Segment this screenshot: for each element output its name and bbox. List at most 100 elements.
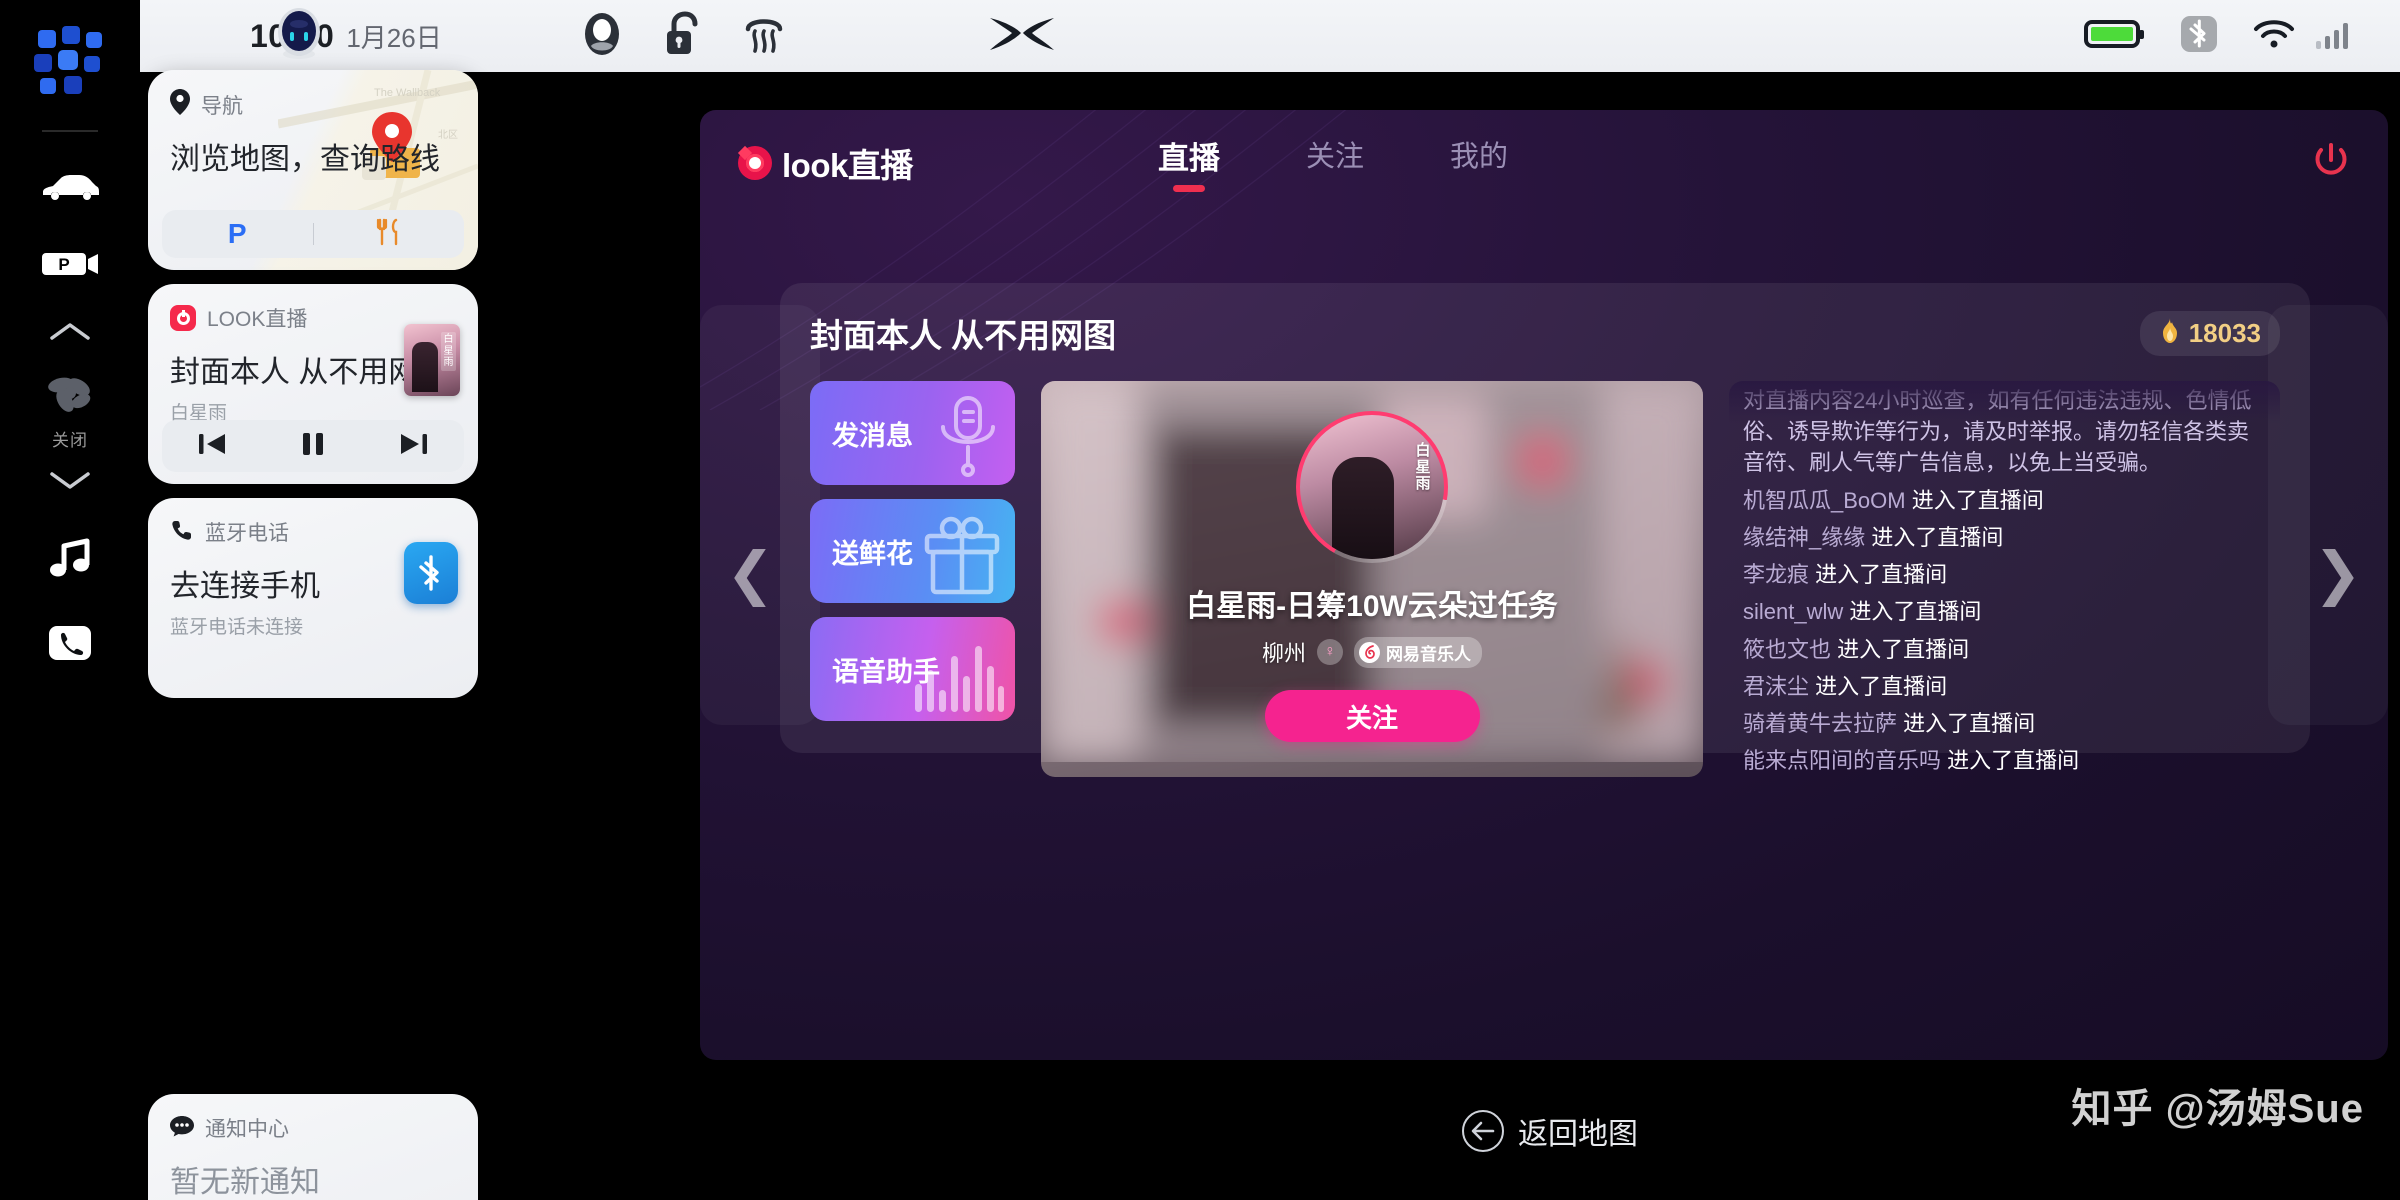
bluetooth-icon[interactable] <box>2180 15 2218 58</box>
app-logo-text: look直播 <box>782 146 913 184</box>
nav-quick-parking-button[interactable]: P <box>162 220 313 248</box>
previous-track-icon <box>196 431 228 462</box>
robot-avatar-icon[interactable] <box>268 6 330 68</box>
fan-speed-down-button[interactable] <box>0 469 140 496</box>
sidebar-item-music[interactable] <box>0 536 140 585</box>
follow-button-label: 关注 <box>1345 702 1398 733</box>
sidebar-item-car[interactable] <box>0 172 140 207</box>
chat-system-message: 对直播内容24小时巡查，如有任何违法违规、色情低俗、诱导欺诈等行为，请及时举报。… <box>1743 388 2252 476</box>
sidebar-item-fan[interactable]: 关闭 <box>0 371 140 451</box>
phone-handset-icon <box>170 518 194 547</box>
live-room-card: 封面本人 从不用网图 18033 发消息 送鲜花 语音助手 白星雨 白星雨-日筹… <box>780 283 2310 777</box>
rear-defrost-icon[interactable] <box>742 11 786 62</box>
chat-panel[interactable]: 对直播内容24小时巡查，如有任何违法违规、色情低俗、诱导欺诈等行为，请及时举报。… <box>1729 381 2280 777</box>
voice-assistant-label: 语音助手 <box>832 656 940 687</box>
notif-card-header: 通知中心 <box>148 1094 478 1143</box>
chat-action: 进入了直播间 <box>1849 599 1982 625</box>
room-body: 发消息 送鲜花 语音助手 白星雨 白星雨-日筹10W云朵过任务 柳州 ♀ 网易音… <box>810 381 2280 777</box>
streamer-name: 白星雨-日筹10W云朵过任务 <box>1186 590 1558 623</box>
rail-divider <box>42 130 98 132</box>
look-live-app: look直播 直播 关注 我的 ❮ ❯ 封面本人 从不用网图 18033 发消息… <box>700 110 2388 1060</box>
streamer-avatar-ring: 白星雨 <box>1296 411 1448 563</box>
previous-track-button[interactable] <box>162 431 263 462</box>
app-grid-logo[interactable] <box>28 22 112 106</box>
status-right-icons <box>2084 15 2356 58</box>
screen-root: P 关闭 1月26日 The Wallback 北区 导航 浏览地图，查询路线 … <box>0 0 2400 1200</box>
netease-music-icon <box>1359 641 1380 663</box>
sidebar-item-phone[interactable] <box>0 621 140 670</box>
send-flowers-button[interactable]: 送鲜花 <box>810 499 1015 603</box>
stream-overlay: 白星雨 白星雨-日筹10W云朵过任务 柳州 ♀ 网易音乐人 关注 <box>1041 381 1703 742</box>
bt-card-header: 蓝牙电话 <box>148 498 478 547</box>
chat-user: 君沫尘 <box>1743 673 1810 699</box>
restaurant-icon <box>376 218 402 251</box>
navigation-card[interactable]: The Wallback 北区 导航 浏览地图，查询路线 P <box>148 70 478 270</box>
nav-quick-food-button[interactable] <box>314 218 465 251</box>
status-bar: 10:00 1月26日 <box>140 0 2400 72</box>
chat-action: 进入了直播间 <box>1837 636 1970 662</box>
streamer-badge: 网易音乐人 <box>1354 636 1482 668</box>
streamer-badge-label: 网易音乐人 <box>1386 644 1471 664</box>
notif-card-label: 通知中心 <box>205 1118 289 1141</box>
wifi-icon[interactable] <box>2252 17 2298 56</box>
notif-card-empty-text: 暂无新通知 <box>170 1166 320 1199</box>
app-logo: look直播 <box>738 139 1158 187</box>
battery-full-icon <box>2084 18 2146 55</box>
stream-preview[interactable]: 白星雨 白星雨-日筹10W云朵过任务 柳州 ♀ 网易音乐人 关注 <box>1041 381 1703 777</box>
streamer-meta: 柳州 ♀ 网易音乐人 <box>1262 636 1482 668</box>
chevron-right-icon[interactable]: ❯ <box>2313 545 2362 603</box>
chat-action: 进入了直播间 <box>1903 711 2036 737</box>
widget-sidebar: The Wallback 北区 导航 浏览地图，查询路线 P LOOK直播 封面… <box>148 0 478 1200</box>
tab-live[interactable]: 直播 <box>1158 133 1220 192</box>
pause-icon <box>299 430 327 463</box>
bt-card-status: 蓝牙电话未连接 <box>170 617 304 638</box>
chat-action: 进入了直播间 <box>1815 562 1948 588</box>
look-live-card[interactable]: LOOK直播 封面本人 从不用网图 白星雨 白星雨 <box>148 284 478 484</box>
tab-following[interactable]: 关注 <box>1306 133 1364 189</box>
follow-button[interactable]: 关注 <box>1264 690 1480 742</box>
avatar-name-tag: 白星雨 <box>1415 442 1431 492</box>
fire-icon <box>2159 317 2181 349</box>
chat-bubble-icon <box>170 1115 194 1142</box>
power-icon[interactable] <box>2312 141 2350 184</box>
gift-icon <box>919 516 1005 601</box>
chat-line: 缘结神_缘缘 进入了直播间 <box>1743 522 2264 553</box>
chat-line: 君沫尘 进入了直播间 <box>1743 671 2264 702</box>
chat-user: 筱也文也 <box>1743 636 1832 662</box>
look-card-label: LOOK直播 <box>207 308 308 331</box>
notification-center-card[interactable]: 通知中心 暂无新通知 <box>148 1094 478 1200</box>
chat-user: 能来点阳间的音乐吗 <box>1743 748 1942 774</box>
room-carousel: ❮ ❯ 封面本人 从不用网图 18033 发消息 送鲜花 语音助手 白星雨 白星… <box>700 215 2388 1060</box>
user-profile-icon[interactable] <box>582 12 622 61</box>
chat-line: 李龙痕 进入了直播间 <box>1743 559 2264 590</box>
streamer-city: 柳州 <box>1261 641 1306 666</box>
nav-card-label: 导航 <box>201 94 243 118</box>
svg-text:P: P <box>58 255 69 274</box>
chevron-left-icon[interactable]: ❮ <box>726 545 775 603</box>
tab-mine[interactable]: 我的 <box>1450 133 1508 189</box>
back-to-map-label: 返回地图 <box>1518 1118 1638 1151</box>
chat-action: 进入了直播间 <box>1871 524 2004 550</box>
back-arrow-icon <box>1462 1110 1504 1152</box>
app-tabs: 直播 关注 我的 <box>1158 133 1508 192</box>
look-app-icon <box>170 305 196 331</box>
chat-line: 筱也文也 进入了直播间 <box>1743 634 2264 665</box>
send-message-label: 发消息 <box>832 420 913 451</box>
bluetooth-phone-card[interactable]: 蓝牙电话 去连接手机 蓝牙电话未连接 <box>148 498 478 698</box>
next-track-button[interactable] <box>363 431 464 462</box>
pause-button[interactable] <box>263 430 364 463</box>
room-header: 封面本人 从不用网图 18033 <box>810 309 2280 357</box>
chat-line: 能来点阳间的音乐吗 进入了直播间 <box>1743 745 2264 776</box>
left-rail: P 关闭 <box>0 0 140 1200</box>
send-message-button[interactable]: 发消息 <box>810 381 1015 485</box>
back-to-map-button[interactable]: 返回地图 <box>1462 1109 1638 1153</box>
unlock-icon[interactable] <box>664 10 700 62</box>
bluetooth-badge-icon <box>404 542 458 604</box>
chat-user: 机智瓜瓜_BoOM <box>1743 487 1906 513</box>
fan-icon <box>45 371 95 420</box>
voice-assistant-button[interactable]: 语音助手 <box>810 617 1015 721</box>
album-art-label: 白星雨 <box>441 332 456 371</box>
fan-speed-up-button[interactable] <box>0 320 140 347</box>
nav-quick-actions: P <box>162 210 464 258</box>
sidebar-item-parking-camera[interactable]: P <box>0 249 140 284</box>
